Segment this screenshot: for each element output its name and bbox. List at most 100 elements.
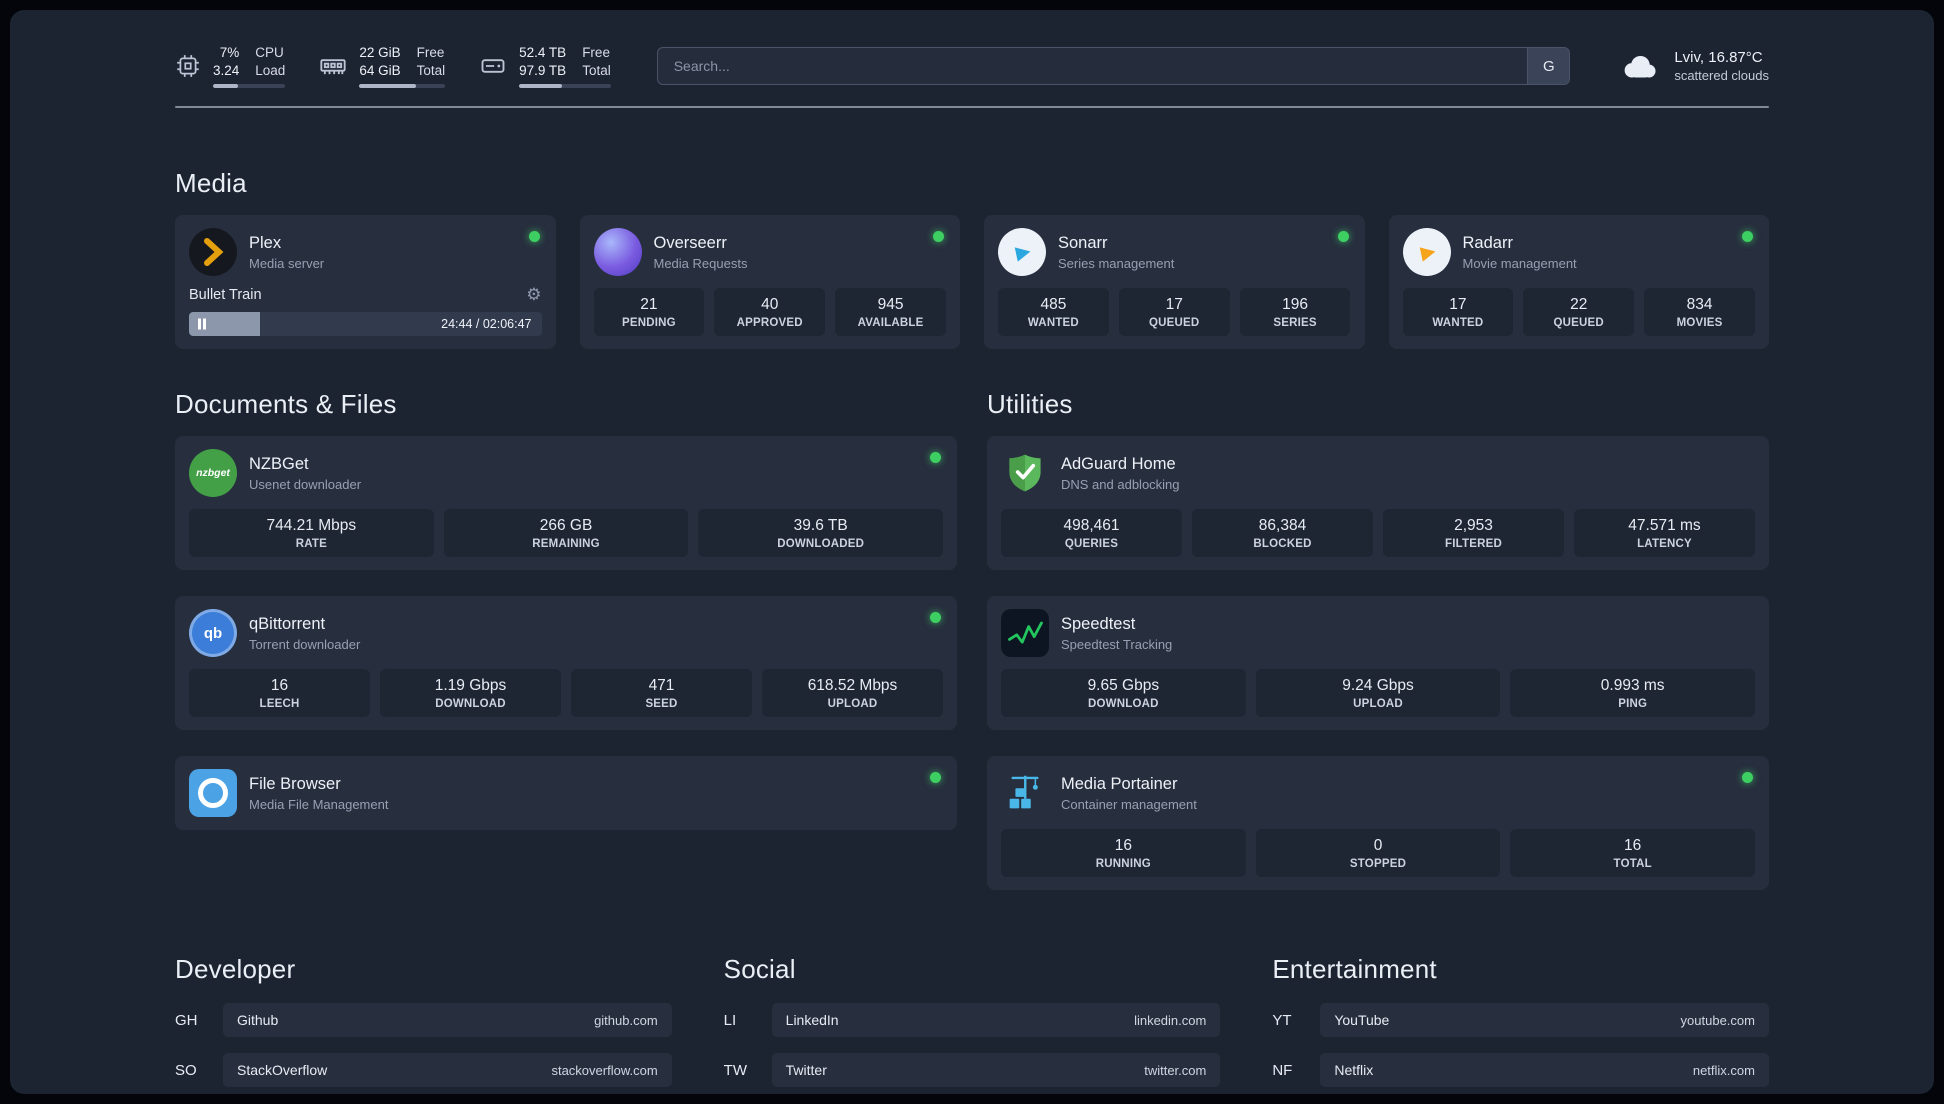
stat-label: RATE: [295, 538, 327, 550]
bookmark-rows: YT YouTube youtube.com NF Netflix netflix.com…: [1272, 1003, 1769, 1094]
memory-label-top: Free: [416, 45, 445, 60]
service-title: Radarr: [1462, 233, 1513, 252]
bookmark-abbr: YT: [1272, 1011, 1292, 1029]
service-subtitle: Movie management: [1462, 255, 1577, 271]
stat-box: 17 QUEUED: [1118, 288, 1230, 336]
bookmark-group-social: Social LI LinkedIn linkedin.com TW Twitter tw…: [724, 954, 1221, 1094]
service-link-sonarr[interactable]: Sonarr Series management: [998, 228, 1301, 276]
stat-label: UPLOAD: [1353, 698, 1403, 710]
stat-value: 39.6 TB: [793, 517, 848, 534]
service-link-overseerr[interactable]: Overseerr Media Requests: [593, 228, 897, 276]
cpu-label-top: CPU: [255, 45, 284, 60]
service-link-radarr[interactable]: Radarr Movie management: [1402, 228, 1706, 276]
stat-value: 9.65 Gbps: [1087, 677, 1160, 694]
bookmark-link[interactable]: StackOverflow stackoverflow.com: [223, 1053, 672, 1087]
bookmark-link[interactable]: YouTube youtube.com: [1320, 1003, 1769, 1037]
stat-label: WANTED: [1432, 317, 1484, 329]
bookmark-rows: LI LinkedIn linkedin.com TW Twitter twitter.c…: [724, 1003, 1221, 1087]
bookmark-row: LI LinkedIn linkedin.com: [724, 1003, 1221, 1037]
cpu-progress-bar: [213, 84, 286, 88]
stat-value: 16: [1624, 837, 1642, 854]
bookmark-link[interactable]: Twitter twitter.com: [771, 1053, 1221, 1087]
stat-box: 498,461 QUERIES: [1001, 509, 1182, 557]
stat-value: 16: [270, 677, 289, 694]
stat-value: 86,384: [1258, 517, 1307, 534]
service-link-filebrowser[interactable]: File Browser Media File Management: [189, 769, 837, 817]
stat-value: 17: [1165, 296, 1183, 313]
pause-icon[interactable]: [198, 318, 206, 330]
bookmark-url: linkedin.com: [1134, 1012, 1207, 1028]
plex-icon: [189, 228, 237, 276]
search-input[interactable]: [656, 47, 1571, 85]
stat-value: 1.19 Gbps: [434, 677, 507, 694]
stat-box: 47.571 ms LATENCY: [1574, 509, 1755, 557]
bookmark-group-entertainment: Entertainment YT YouTube youtube.com NF Netf…: [1272, 954, 1769, 1094]
service-link-speedtest[interactable]: Speedtest Speedtest Tracking: [1001, 609, 1649, 657]
service-link-adguard[interactable]: AdGuard Home DNS and adblocking: [1001, 449, 1649, 497]
memory-total: 64 GiB: [359, 63, 401, 78]
stats-row: 9.65 Gbps DOWNLOAD 9.24 Gbps UPLOAD 0.993 ms…: [1001, 669, 1756, 717]
weather-location: Lviv, 16.87°C: [1674, 49, 1763, 66]
section-utilities: Utilities AdGuard Home DNS and adblockin…: [987, 389, 1769, 890]
stat-value: 618.52 Mbps: [807, 677, 898, 694]
section-title-developer: Developer: [175, 954, 296, 984]
stats-row: 498,461 QUERIES 86,384 BLOCKED 2,953 FILTERED…: [1001, 509, 1755, 557]
search-provider-button[interactable]: G: [1527, 48, 1570, 84]
weather-widget[interactable]: Lviv, 16.87°C scattered clouds: [1616, 49, 1769, 83]
disk-total: 97.9 TB: [519, 63, 567, 78]
stat-value: 9.24 Gbps: [1342, 677, 1414, 694]
service-link-nzbget[interactable]: nzbget NZBGet Usenet downloader: [189, 449, 837, 497]
cpu-label-bottom: Load: [255, 63, 286, 78]
stat-label: DOWNLOADED: [777, 538, 865, 550]
stats-row: 16 RUNNING 0 STOPPED 16 TOTAL: [1001, 829, 1756, 877]
bookmark-link[interactable]: Github github.com: [223, 1003, 672, 1037]
stat-box: 22 QUEUED: [1523, 288, 1635, 336]
stats-row: 744.21 Mbps RATE 266 GB REMAINING 39.6 TB DOW…: [189, 509, 944, 557]
stat-box: 1.19 Gbps DOWNLOAD: [380, 669, 561, 717]
bookmark-link[interactable]: LinkedIn linkedin.com: [771, 1003, 1221, 1037]
service-link-qbittorrent[interactable]: qb qBittorrent Torrent downloader: [189, 609, 837, 657]
stat-box: 744.21 Mbps RATE: [189, 509, 434, 557]
stat-label: REMAINING: [532, 538, 600, 550]
now-playing-title: Bullet Train: [189, 286, 262, 303]
portainer-icon: [1001, 769, 1049, 817]
service-title: Media Portainer: [1061, 774, 1178, 793]
service-subtitle: Media Requests: [653, 255, 748, 271]
player-progress-bar[interactable]: 24:44 / 02:06:47: [189, 312, 542, 336]
status-dot: [930, 772, 941, 783]
stat-label: DOWNLOAD: [435, 698, 506, 710]
service-card-qbittorrent: qb qBittorrent Torrent downloader 16 LEEC…: [175, 596, 957, 730]
status-dot: [1742, 231, 1753, 242]
service-subtitle: Media server: [249, 255, 325, 271]
stat-label: QUEUED: [1553, 317, 1604, 329]
bookmark-abbr: GH: [175, 1011, 198, 1029]
stats-row: 17 WANTED 22 QUEUED 834 MOVIES: [1402, 288, 1756, 336]
stat-box: 485 WANTED: [998, 288, 1109, 336]
gear-icon[interactable]: ⚙: [526, 286, 541, 303]
stat-box: 2,953 FILTERED: [1383, 509, 1564, 557]
disk-label-top: Free: [582, 45, 610, 60]
stat-box: 0.993 ms PING: [1510, 669, 1756, 717]
section-title-social: Social: [723, 954, 796, 984]
service-link-portainer[interactable]: Media Portainer Container management: [1001, 769, 1649, 817]
overseerr-icon: [593, 228, 642, 276]
bookmark-rows: GH Github github.com SO StackOverflow stackov…: [175, 1003, 672, 1094]
stat-value: 196: [1282, 296, 1308, 313]
stat-box: 9.24 Gbps UPLOAD: [1255, 669, 1501, 717]
stat-box: 618.52 Mbps UPLOAD: [762, 669, 943, 717]
memory-label-bottom: Total: [416, 63, 446, 78]
stat-box: 196 SERIES: [1239, 288, 1351, 336]
bookmark-url: twitter.com: [1144, 1062, 1207, 1078]
status-dot: [933, 231, 944, 242]
bookmark-row: GH Github github.com: [175, 1003, 672, 1037]
bookmark-name: Twitter: [785, 1062, 827, 1078]
bookmark-link[interactable]: Netflix netflix.com: [1320, 1053, 1769, 1087]
service-link-plex[interactable]: Plex Media server: [189, 228, 492, 276]
stat-value: 834: [1686, 296, 1713, 313]
bookmark-name: YouTube: [1334, 1012, 1390, 1028]
sonarr-icon: [998, 228, 1046, 276]
cpu-widget: 7% CPU 3.24 Load: [175, 44, 286, 88]
service-card-filebrowser: File Browser Media File Management: [175, 756, 957, 830]
stat-label: LEECH: [259, 698, 300, 710]
section-title-documents: Documents & Files: [175, 389, 397, 419]
